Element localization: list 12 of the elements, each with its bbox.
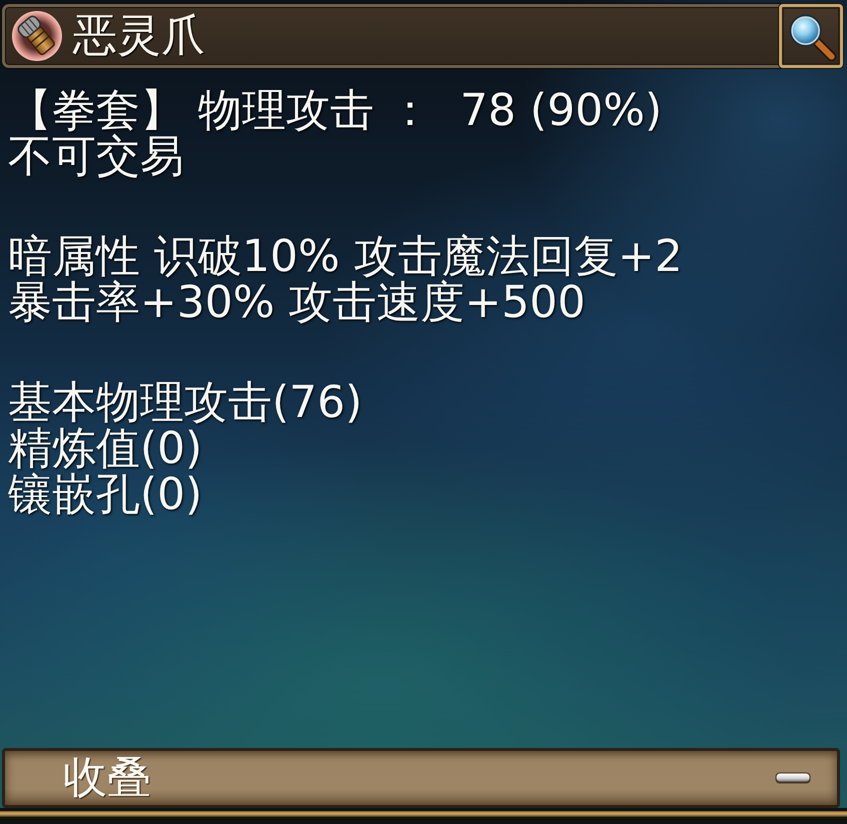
minus-icon (775, 772, 811, 784)
collapse-button[interactable]: 收叠 (2, 748, 840, 808)
stat-line: 暗属性 识破10% 攻击魔法回复+2 (8, 234, 683, 280)
stat-line: 【拳套】 物理攻击 ： 78 (90%) (8, 88, 662, 134)
stat-line: 暴击率+30% 攻击速度+500 (8, 280, 586, 326)
stat-line: 镶嵌孔(0) (8, 472, 202, 518)
stat-line: 基本物理攻击(76) (8, 380, 362, 426)
stat-line: 不可交易 (8, 134, 184, 180)
gauntlet-icon (11, 10, 63, 62)
search-button[interactable] (779, 4, 843, 68)
stat-line: 精炼值(0) (8, 426, 202, 472)
item-title: 恶灵爪 (73, 10, 205, 62)
